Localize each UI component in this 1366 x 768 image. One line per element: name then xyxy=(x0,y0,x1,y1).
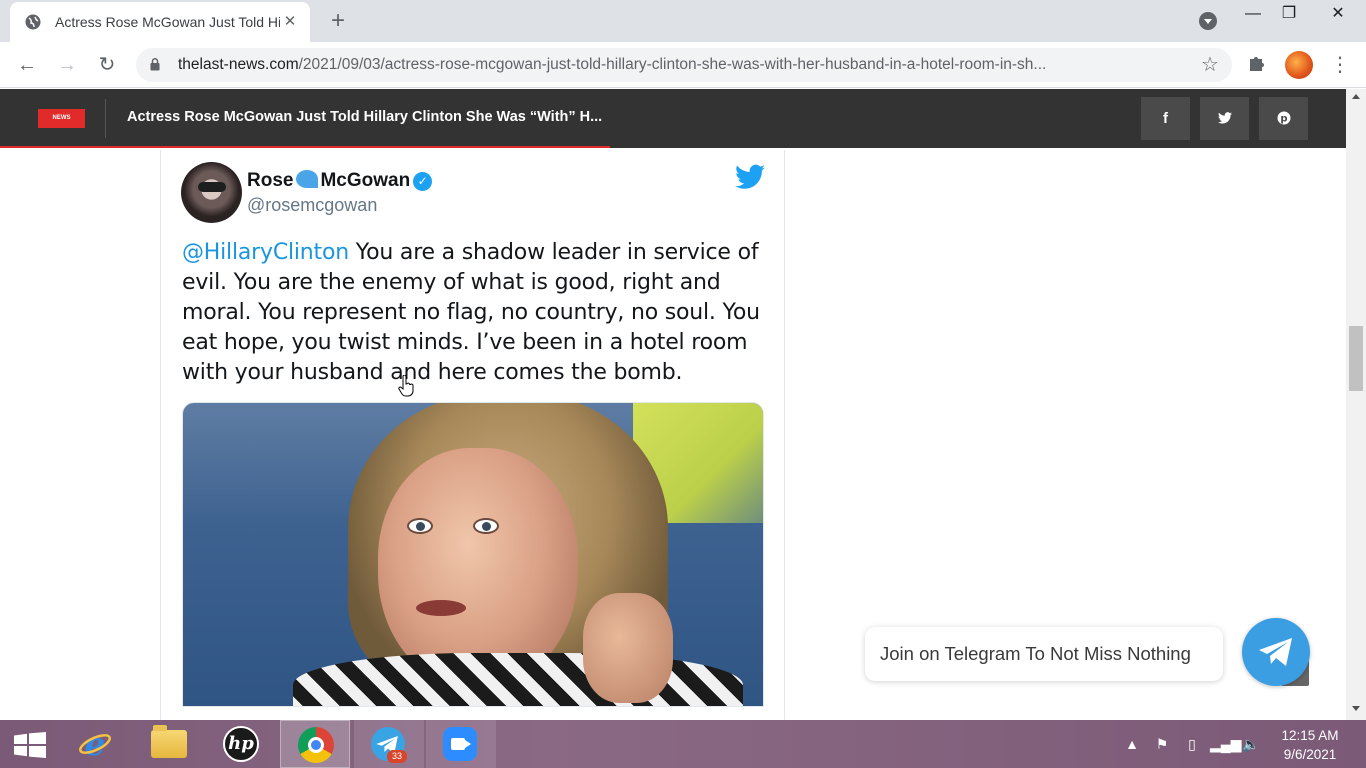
verified-badge-icon: ✓ xyxy=(413,172,433,191)
system-clock[interactable]: 12:15 AM 9/6/2021 xyxy=(1272,726,1348,764)
pinterest-share-button[interactable]: p xyxy=(1259,97,1308,140)
pinterest-icon: p xyxy=(1277,111,1290,125)
svg-text:e: e xyxy=(85,728,105,760)
telegram-plane-icon xyxy=(1259,638,1292,666)
scroll-down-arrow-icon[interactable] xyxy=(1352,706,1360,711)
browser-tab[interactable]: Actress Rose McGowan Just Told Hillary C… xyxy=(10,2,310,42)
facebook-icon: f xyxy=(1163,110,1168,127)
twitter-icon xyxy=(1217,112,1232,124)
extensions-puzzle-icon[interactable] xyxy=(1247,53,1269,75)
zoom-icon xyxy=(443,727,477,761)
restore-window-icon[interactable]: ❐ xyxy=(1266,0,1312,32)
tweet-author-name[interactable]: Rose McGowan ✓ xyxy=(247,170,433,192)
header-divider xyxy=(105,99,106,138)
address-bar[interactable]: thelast-news.com/2021/09/03/actress-rose… xyxy=(136,48,1232,82)
volume-icon[interactable]: 🔈 xyxy=(1240,720,1262,768)
telegram-join-prompt[interactable]: Join on Telegram To Not Miss Nothing xyxy=(865,627,1223,681)
browser-toolbar: ← → ↻ thelast-news.com/2021/09/03/actres… xyxy=(0,42,1366,88)
taskbar-zoom[interactable] xyxy=(426,720,496,768)
taskbar-hp[interactable]: hp xyxy=(206,720,276,768)
telegram-unread-badge: 33 xyxy=(387,750,407,763)
close-tab-icon[interactable]: ✕ xyxy=(280,12,300,32)
clock-date: 9/6/2021 xyxy=(1283,747,1337,762)
author-first-name: Rose xyxy=(247,170,294,191)
tweet-photo[interactable] xyxy=(182,402,764,707)
reading-progress-bar xyxy=(0,146,610,148)
site-sticky-header: NEWS Actress Rose McGowan Just Told Hill… xyxy=(0,89,1346,148)
globe-icon xyxy=(25,14,41,30)
battery-icon[interactable]: ▯ xyxy=(1182,720,1202,768)
site-logo[interactable]: NEWS xyxy=(38,109,85,128)
reload-icon[interactable]: ↻ xyxy=(93,51,121,79)
url-host: thelast-news.com xyxy=(178,56,299,73)
taskbar-file-explorer[interactable] xyxy=(134,720,204,768)
photo-hand xyxy=(583,593,673,703)
scrollbar-thumb[interactable] xyxy=(1349,326,1363,391)
telegram-join-label: Join on Telegram To Not Miss Nothing xyxy=(880,643,1191,664)
url-text[interactable]: thelast-news.com/2021/09/03/actress-rose… xyxy=(178,56,1188,74)
windows-taskbar: e hp 33 ▲ ⚑ ▯ ▂▄▆ 🔈 12:15 AM 9/6/2021 xyxy=(0,720,1366,768)
forward-arrow-icon[interactable]: → xyxy=(53,51,81,79)
tweet-author-handle[interactable]: @rosemcgowan xyxy=(247,195,377,216)
folder-icon xyxy=(151,725,187,758)
tweet-author-avatar[interactable] xyxy=(181,162,242,223)
close-window-icon[interactable]: ✕ xyxy=(1310,0,1366,32)
author-last-name: McGowan xyxy=(320,170,411,191)
scroll-up-arrow-icon[interactable] xyxy=(1352,94,1360,99)
photo-face xyxy=(378,448,578,688)
chrome-icon xyxy=(298,727,334,763)
hp-logo-icon: hp xyxy=(223,726,259,762)
lock-icon[interactable] xyxy=(150,58,160,71)
telegram-join-button[interactable] xyxy=(1242,618,1310,686)
start-button[interactable] xyxy=(0,720,60,768)
pinterest-letter: p xyxy=(1280,114,1287,125)
hand-pointer-cursor-icon xyxy=(398,375,414,397)
network-signal-icon[interactable]: ▂▄▆ xyxy=(1210,720,1241,768)
url-path: /2021/09/03/actress-rose-mcgowan-just-to… xyxy=(298,56,1047,73)
tab-search-icon[interactable] xyxy=(1199,12,1217,30)
new-tab-icon[interactable]: + xyxy=(326,9,350,33)
avatar-sunglasses xyxy=(198,182,226,192)
internet-explorer-icon: e xyxy=(79,728,111,760)
tweet-body: @HillaryClinton You are a shadow leader … xyxy=(182,238,772,388)
photo-left-eye xyxy=(407,518,433,534)
photo-mouth xyxy=(416,600,466,616)
taskbar-chrome[interactable] xyxy=(280,720,350,768)
profile-avatar[interactable] xyxy=(1285,51,1313,79)
action-center-flag-icon[interactable]: ⚑ xyxy=(1152,720,1172,768)
page-scrollbar[interactable] xyxy=(1346,89,1366,720)
bookmark-star-icon[interactable]: ☆ xyxy=(1198,52,1222,76)
embedded-tweet: Rose McGowan ✓ @rosemcgowan @HillaryClinto… xyxy=(160,150,785,730)
article-title: Actress Rose McGowan Just Told Hillary C… xyxy=(127,109,603,125)
facebook-share-button[interactable]: f xyxy=(1141,97,1190,140)
tweet-mention-link[interactable]: @HillaryClinton xyxy=(182,240,349,265)
twitter-share-button[interactable] xyxy=(1200,97,1249,140)
zoom-camera-glyph xyxy=(451,738,465,750)
photo-right-eye xyxy=(473,518,499,534)
windows-logo-icon xyxy=(14,732,46,758)
photo-jacket xyxy=(293,653,743,706)
kebab-menu-icon[interactable]: ⋮ xyxy=(1330,51,1350,79)
show-hidden-icons-chevron-icon[interactable]: ▲ xyxy=(1124,720,1140,768)
taskbar-internet-explorer[interactable]: e xyxy=(60,720,130,768)
tab-title: Actress Rose McGowan Just Told Hillary C… xyxy=(55,14,280,30)
clock-time: 12:15 AM xyxy=(1281,728,1339,743)
taskbar-telegram[interactable]: 33 xyxy=(354,720,424,768)
twitter-bird-icon[interactable] xyxy=(735,164,765,190)
wave-emoji-icon xyxy=(296,170,319,188)
browser-tabstrip: Actress Rose McGowan Just Told Hillary C… xyxy=(0,0,1366,42)
back-arrow-icon[interactable]: ← xyxy=(13,51,41,79)
